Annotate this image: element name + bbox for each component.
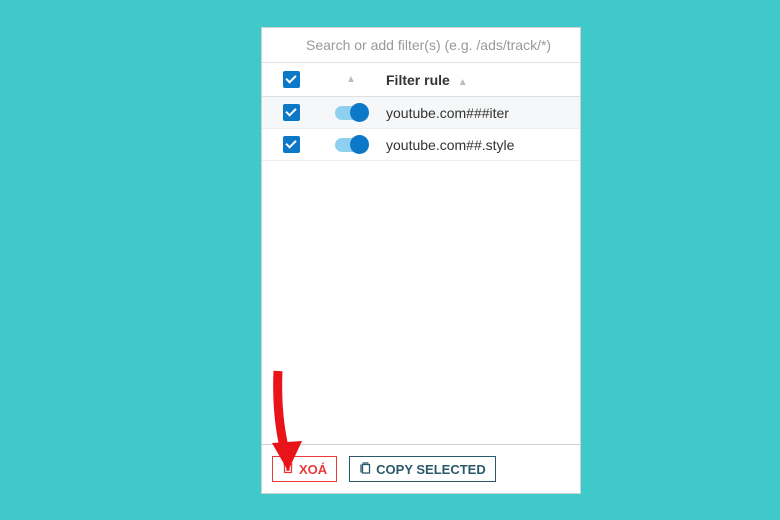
empty-area bbox=[262, 161, 580, 444]
filter-rule-cell: youtube.com##.style bbox=[382, 137, 580, 153]
row-toggle[interactable] bbox=[335, 106, 367, 120]
select-all-checkbox[interactable] bbox=[283, 71, 300, 88]
sort-icon: ▲ bbox=[346, 74, 356, 85]
search-row bbox=[262, 28, 580, 63]
sort-icon: ▲ bbox=[458, 77, 468, 88]
filter-panel: ▲ Filter rule ▲ youtube.com###iter youtu… bbox=[261, 27, 581, 494]
delete-button[interactable]: XOÁ bbox=[272, 456, 337, 482]
copy-button-label: COPY SELECTED bbox=[376, 462, 486, 477]
row-toggle[interactable] bbox=[335, 138, 367, 152]
table-header: ▲ Filter rule ▲ bbox=[262, 63, 580, 97]
filter-rule-cell: youtube.com###iter bbox=[382, 105, 580, 121]
toggle-column-header[interactable]: ▲ bbox=[320, 74, 382, 85]
filter-rule-header-label: Filter rule bbox=[386, 72, 450, 88]
copy-icon bbox=[359, 461, 371, 477]
select-all-column[interactable] bbox=[262, 71, 320, 88]
search-input[interactable] bbox=[306, 37, 564, 53]
row-checkbox[interactable] bbox=[283, 104, 300, 121]
row-checkbox[interactable] bbox=[283, 136, 300, 153]
footer-toolbar: XOÁ COPY SELECTED bbox=[262, 444, 580, 493]
table-row: youtube.com##.style bbox=[262, 129, 580, 161]
delete-button-label: XOÁ bbox=[299, 462, 327, 477]
table-body: youtube.com###iter youtube.com##.style bbox=[262, 97, 580, 161]
copy-selected-button[interactable]: COPY SELECTED bbox=[349, 456, 496, 482]
table-row: youtube.com###iter bbox=[262, 97, 580, 129]
trash-icon bbox=[282, 461, 294, 477]
filter-rule-header[interactable]: Filter rule ▲ bbox=[382, 72, 580, 88]
